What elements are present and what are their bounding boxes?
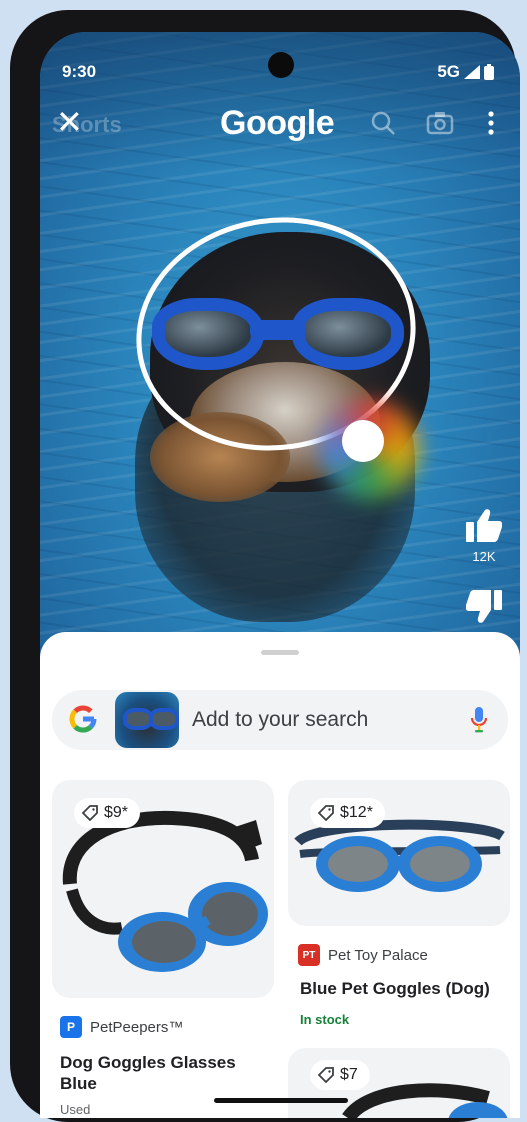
home-indicator[interactable] [214, 1098, 348, 1103]
product-condition-1: Used [60, 1102, 91, 1117]
thumb-down-icon [465, 590, 502, 623]
network-label: 5G [437, 62, 460, 81]
price-badge: $9* [74, 798, 141, 828]
search-image-thumbnail[interactable] [115, 692, 179, 748]
mic-icon[interactable] [470, 706, 488, 734]
price-label: $9* [104, 804, 129, 821]
dislike-button[interactable] [465, 590, 502, 629]
selection-handle[interactable] [342, 420, 384, 462]
merchant-name: Pet Toy Palace [328, 946, 428, 964]
signal-icon [464, 65, 480, 79]
search-icon[interactable] [370, 110, 396, 136]
top-bar: Shorts ✕ Google [40, 100, 520, 150]
search-input[interactable]: Add to your search [192, 708, 368, 732]
page-title: Google [220, 104, 335, 142]
like-button[interactable]: 12K [464, 508, 504, 564]
phone-frame: 9:30 5G Shorts ✕ Google 12K Add to your … [10, 10, 520, 1122]
close-icon[interactable]: ✕ [56, 106, 83, 138]
battery-icon [484, 64, 494, 80]
price-tag-icon [318, 1067, 334, 1083]
thumb-up-icon [466, 509, 503, 542]
camera-icon[interactable] [426, 110, 454, 136]
product-title-2[interactable]: Blue Pet Goggles (Dog) [300, 978, 510, 999]
more-vert-icon[interactable] [486, 110, 496, 136]
screen: 9:30 5G Shorts ✕ Google 12K Add to your … [40, 32, 520, 1118]
merchant-logo: P [60, 1016, 82, 1038]
price-label: $7 [340, 1066, 358, 1083]
google-g-icon [69, 705, 97, 733]
status-time: 9:30 [62, 62, 97, 81]
results-sheet: Add to your search $9* P PetPeepers™ Dog… [40, 632, 520, 1118]
price-label: $12* [340, 804, 373, 821]
merchant-logo: PT [298, 944, 320, 966]
front-camera [268, 52, 294, 78]
price-badge: $12* [310, 798, 385, 828]
price-badge: $7 [310, 1060, 370, 1090]
sheet-drag-handle[interactable] [261, 650, 299, 655]
merchant-name: PetPeepers™ [90, 1018, 184, 1036]
search-bar[interactable]: Add to your search [52, 690, 508, 750]
price-tag-icon [82, 805, 98, 821]
status-network: 5G [437, 62, 494, 82]
product-card-1-image[interactable]: $9* [52, 780, 274, 998]
product-card-3-image[interactable]: $7 [288, 1048, 510, 1118]
like-count: 12K [472, 549, 496, 564]
price-tag-icon [318, 805, 334, 821]
merchant-row-1: P PetPeepers™ [60, 1016, 183, 1038]
merchant-row-2: PT Pet Toy Palace [298, 944, 428, 966]
stock-status-2: In stock [300, 1012, 350, 1027]
product-title-1[interactable]: Dog Goggles Glasses Blue [60, 1052, 270, 1094]
product-card-2-image[interactable]: $12* [288, 780, 510, 926]
